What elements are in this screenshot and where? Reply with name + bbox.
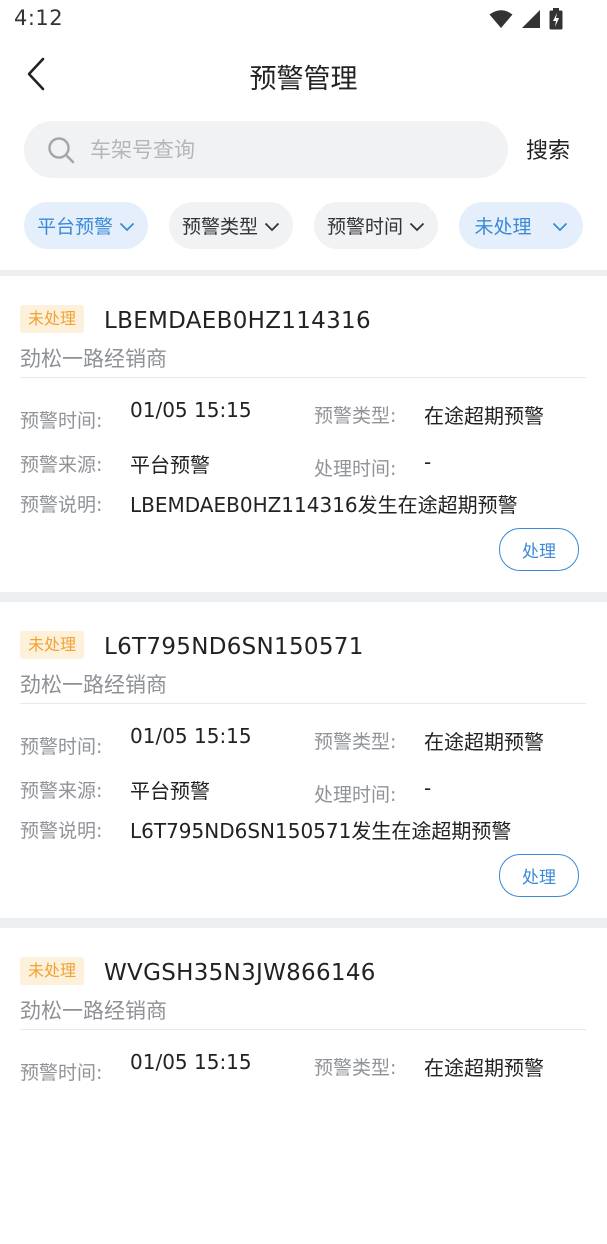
filter-alert-type[interactable]: 预警类型 (169, 202, 293, 249)
alert-time-value: 01/05 15:15 (130, 724, 252, 748)
alert-type-label: 预警类型: (314, 405, 397, 427)
chevron-down-icon (119, 215, 135, 237)
alert-time-label: 预警时间: (20, 1062, 103, 1084)
filter-row: 平台预警 预警类型 预警时间 未处理 (0, 202, 607, 250)
alert-time-label: 预警时间: (20, 736, 103, 758)
alert-type-value: 在途超期预警 (424, 730, 544, 754)
filter-platform-alert[interactable]: 平台预警 (24, 202, 148, 249)
wifi-icon (489, 9, 513, 33)
alert-desc-value: L6T795ND6SN150571发生在途超期预警 (130, 819, 512, 843)
chevron-down-icon (264, 215, 280, 237)
dealer-name: 劲松一路经销商 (20, 347, 167, 371)
alert-desc-label: 预警说明: (20, 494, 103, 516)
card-divider (20, 703, 586, 704)
vin-number: WVGSH35N3JW866146 (104, 960, 376, 986)
dealer-name: 劲松一路经销商 (20, 999, 167, 1023)
signal-icon (521, 9, 541, 33)
alert-time-label: 预警时间: (20, 410, 103, 432)
search-input[interactable] (88, 136, 472, 163)
alert-source-value: 平台预警 (130, 779, 210, 803)
chevron-down-icon (552, 215, 568, 237)
chevron-down-icon (409, 215, 425, 237)
alert-source-label: 预警来源: (20, 780, 103, 802)
filter-alert-time[interactable]: 预警时间 (314, 202, 438, 249)
handle-time-value: - (424, 450, 432, 474)
section-divider (0, 918, 607, 928)
vin-number: L6T795ND6SN150571 (104, 634, 364, 660)
nav-bar: 预警管理 (0, 42, 607, 110)
status-time: 4:12 (14, 6, 64, 30)
handle-time-label: 处理时间: (314, 784, 397, 806)
alert-time-value: 01/05 15:15 (130, 398, 252, 422)
alert-time-value: 01/05 15:15 (130, 1050, 252, 1074)
alert-source-value: 平台预警 (130, 453, 210, 477)
alert-type-label: 预警类型: (314, 1057, 397, 1079)
handle-button[interactable]: 处理 (499, 528, 579, 571)
status-icons (489, 8, 563, 34)
section-divider (0, 592, 607, 602)
handle-button[interactable]: 处理 (499, 854, 579, 897)
alert-card[interactable]: 未处理 LBEMDAEB0HZ114316 劲松一路经销商 预警时间: 01/0… (0, 276, 607, 592)
filter-label: 未处理 (474, 216, 532, 238)
alert-desc-label: 预警说明: (20, 820, 103, 842)
card-divider (20, 1029, 586, 1030)
page-title: 预警管理 (249, 64, 358, 95)
status-badge: 未处理 (20, 631, 85, 659)
filter-label: 预警时间 (326, 216, 403, 238)
status-badge: 未处理 (20, 305, 85, 333)
alert-desc-value: LBEMDAEB0HZ114316发生在途超期预警 (130, 493, 518, 517)
search-box[interactable] (24, 121, 508, 178)
battery-icon (549, 8, 563, 34)
vin-number: LBEMDAEB0HZ114316 (104, 308, 371, 334)
alert-list: 未处理 LBEMDAEB0HZ114316 劲松一路经销商 预警时间: 01/0… (0, 270, 607, 1244)
search-button[interactable]: 搜索 (526, 133, 570, 165)
filter-label: 预警类型 (181, 216, 258, 238)
alert-type-label: 预警类型: (314, 731, 397, 753)
filter-unprocessed[interactable]: 未处理 (459, 202, 583, 249)
status-bar: 4:12 (0, 0, 607, 42)
alert-source-label: 预警来源: (20, 454, 103, 476)
search-row: 搜索 (0, 121, 607, 179)
alert-type-value: 在途超期预警 (424, 404, 544, 428)
alert-card[interactable]: 未处理 WVGSH35N3JW866146 劲松一路经销商 预警时间: 01/0… (0, 928, 607, 1244)
card-divider (20, 377, 586, 378)
status-badge: 未处理 (20, 957, 85, 985)
alert-card[interactable]: 未处理 L6T795ND6SN150571 劲松一路经销商 预警时间: 01/0… (0, 602, 607, 918)
filter-label: 平台预警 (36, 216, 113, 238)
handle-time-label: 处理时间: (314, 458, 397, 480)
handle-time-value: - (424, 776, 432, 800)
alert-type-value: 在途超期预警 (424, 1056, 544, 1080)
search-icon (46, 135, 76, 165)
dealer-name: 劲松一路经销商 (20, 673, 167, 697)
